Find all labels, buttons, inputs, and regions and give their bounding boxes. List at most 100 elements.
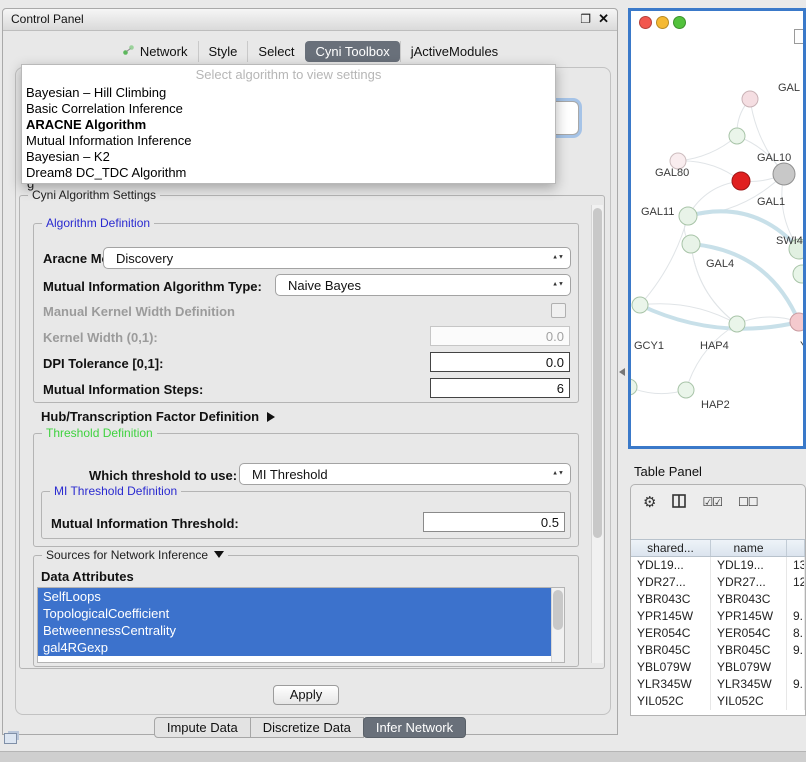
network-node[interactable] <box>732 172 750 190</box>
tab-jactivemodules[interactable]: jActiveModules <box>400 41 508 62</box>
node-label: Y <box>800 340 803 352</box>
minimized-panel-icon[interactable] <box>4 733 17 744</box>
table-row[interactable]: YBL079WYBL079W <box>631 659 805 676</box>
columns-icon[interactable] <box>672 494 686 511</box>
collapse-down-icon <box>214 551 224 558</box>
column-header[interactable] <box>787 540 805 556</box>
bottom-tab-bar: Impute DataDiscretize DataInfer Network <box>3 717 617 738</box>
attribute-list-item[interactable]: gal4RGexp <box>38 639 551 656</box>
mac-minimize-button[interactable] <box>656 16 669 29</box>
data-attributes-label: Data Attributes <box>41 569 134 584</box>
network-node[interactable] <box>682 235 700 253</box>
table-row[interactable]: YER054CYER054C8. <box>631 625 805 642</box>
attribute-list-item[interactable]: BetweennessCentrality <box>38 622 551 639</box>
node-label: GCY1 <box>634 340 664 352</box>
table-panel-title: Table Panel <box>634 464 702 479</box>
table-cell: 12 <box>787 574 805 591</box>
network-node[interactable] <box>773 163 795 185</box>
tab-impute-data[interactable]: Impute Data <box>154 717 251 738</box>
algorithm-menu-item[interactable]: Basic Correlation Inference <box>22 101 555 117</box>
network-node[interactable] <box>679 207 697 225</box>
dpi-tolerance-field[interactable] <box>430 352 570 372</box>
mi-type-select[interactable]: Naive Bayes ▲▼ <box>275 274 571 296</box>
hub-section-toggle[interactable]: Hub/Transcription Factor Definition <box>41 409 275 424</box>
node-label: HAP4 <box>700 340 729 352</box>
network-node[interactable] <box>729 128 745 144</box>
mi-threshold-field[interactable] <box>423 512 565 532</box>
algorithm-menu-item[interactable]: Bayesian – K2 <box>22 149 555 165</box>
table-header-row: shared...name <box>631 539 805 557</box>
control-panel-window: Control Panel ❐ ✕ NetworkStyle Select Cyni… <box>2 8 618 735</box>
table-row[interactable]: YLR345WYLR345W9. <box>631 676 805 693</box>
node-label: GAL1 <box>757 196 785 208</box>
mi-steps-field[interactable] <box>430 378 570 398</box>
network-edge <box>686 324 737 390</box>
tab-discretize-data[interactable]: Discretize Data <box>250 717 364 738</box>
algorithm-menu-item[interactable]: ARACNE Algorithm <box>22 117 555 133</box>
tab-label: Select <box>258 44 294 59</box>
gear-icon[interactable]: ⚙ <box>643 495 656 510</box>
network-edge <box>691 244 737 324</box>
stepper-icon: ▲▼ <box>552 256 564 261</box>
tab-style[interactable]: Style <box>198 41 248 62</box>
table-cell: YDR27... <box>711 574 787 591</box>
sources-group-title[interactable]: Sources for Network Inference <box>42 548 228 562</box>
network-node[interactable] <box>790 313 803 331</box>
table-cell: YPR145W <box>631 608 711 625</box>
column-header[interactable]: shared... <box>631 540 711 556</box>
mac-zoom-button[interactable] <box>673 16 686 29</box>
attribute-list-item[interactable]: SelfLoops <box>38 588 551 605</box>
tab-infer-network[interactable]: Infer Network <box>363 717 466 738</box>
tab-select[interactable]: Select <box>247 41 304 62</box>
node-label: HAP2 <box>701 399 730 411</box>
panel-splitter-arrow[interactable] <box>619 368 625 376</box>
table-row[interactable]: YPR145WYPR145W9. <box>631 608 805 625</box>
table-row[interactable]: YDR27...YDR27...12 <box>631 574 805 591</box>
network-node[interactable] <box>742 91 758 107</box>
apply-button[interactable]: Apply <box>273 685 339 705</box>
algorithm-menu-item[interactable]: Bayesian – Hill Climbing <box>22 85 555 101</box>
scroll-corner-box <box>794 29 805 44</box>
table-row[interactable]: YBR043CYBR043C <box>631 591 805 608</box>
control-panel-titlebar: Control Panel ❐ ✕ <box>3 9 617 31</box>
column-header[interactable]: name <box>711 540 787 556</box>
mac-close-button[interactable] <box>639 16 652 29</box>
attribute-list-item[interactable]: TopologicalCoefficient <box>38 605 551 622</box>
deselect-all-checkboxes-icon[interactable]: ☐☐ <box>738 495 758 509</box>
network-node[interactable] <box>678 382 694 398</box>
node-label: GAL10 <box>757 152 791 164</box>
float-panel-icon[interactable]: ❐ <box>580 12 591 26</box>
mi-threshold-label: Mutual Information Threshold: <box>51 516 239 531</box>
close-panel-icon[interactable]: ✕ <box>598 11 609 27</box>
table-cell: YDR27... <box>631 574 711 591</box>
table-cell: YER054C <box>711 625 787 642</box>
network-canvas[interactable]: GALGAL80GAL10GAL11GAL1SWI4GAL4GCY1HAP4YH… <box>631 11 803 446</box>
table-row[interactable]: YIL052CYIL052C <box>631 693 805 710</box>
list-scrollbar[interactable] <box>551 588 564 662</box>
network-node[interactable] <box>632 297 648 313</box>
network-edge <box>691 244 737 324</box>
which-threshold-select[interactable]: MI Threshold ▲▼ <box>239 463 571 485</box>
expand-right-icon <box>267 412 275 422</box>
table-row[interactable]: YBR045CYBR045C9. <box>631 642 805 659</box>
scrollbar-thumb[interactable] <box>553 590 563 630</box>
table-cell: YBR043C <box>631 591 711 608</box>
network-edge <box>640 216 688 305</box>
scrollbar-thumb[interactable] <box>593 208 602 538</box>
tab-cyni-toolbox[interactable]: Cyni Toolbox <box>305 41 400 62</box>
algorithm-menu-item[interactable]: Mutual Information Inference <box>22 133 555 149</box>
network-node[interactable] <box>729 316 745 332</box>
table-body: YDL19...YDL19...13YDR27...YDR27...12YBR0… <box>631 557 805 715</box>
tab-network[interactable]: Network <box>112 41 198 62</box>
mi-threshold-definition-title: MI Threshold Definition <box>50 484 181 498</box>
algorithm-menu-item[interactable]: Dream8 DC_TDC Algorithm <box>22 165 555 181</box>
network-node[interactable] <box>793 265 803 283</box>
network-node[interactable] <box>631 379 637 395</box>
select-all-checkboxes-icon[interactable]: ☑☑ <box>702 495 722 509</box>
table-toolbar: ⚙ ☑☑ ☐☐ <box>631 485 805 519</box>
settings-scrollbar[interactable] <box>591 205 603 663</box>
table-row[interactable]: YDL19...YDL19...13 <box>631 557 805 574</box>
aracne-mode-select[interactable]: Discovery ▲▼ <box>103 247 571 269</box>
hub-section-label: Hub/Transcription Factor Definition <box>41 409 259 424</box>
table-cell: YBL079W <box>631 659 711 676</box>
